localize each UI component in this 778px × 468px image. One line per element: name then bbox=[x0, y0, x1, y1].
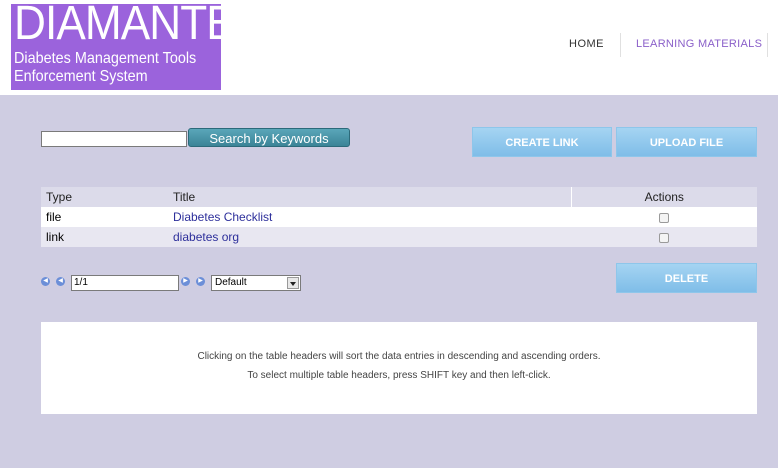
info-line-1: Clicking on the table headers will sort … bbox=[197, 351, 601, 362]
logo-subtitle-line1: Diabetes Management Tools bbox=[14, 50, 197, 67]
last-page-icon[interactable]: ▶ bbox=[196, 277, 205, 286]
logo-title: DIAMANTES bbox=[14, 4, 221, 50]
header-actions[interactable]: Actions bbox=[570, 187, 757, 207]
next-page-icon[interactable]: ▶ bbox=[181, 277, 190, 286]
row-title-link[interactable]: Diabetes Checklist bbox=[168, 207, 571, 227]
first-page-icon[interactable]: ◀ bbox=[41, 277, 50, 286]
logo-subtitle: Diabetes Management Tools Enforcement Sy… bbox=[14, 50, 196, 86]
search-button[interactable]: Search by Keywords bbox=[188, 128, 350, 147]
nav-divider-right bbox=[767, 33, 768, 57]
info-line-2: To select multiple table headers, press … bbox=[247, 370, 551, 381]
table-row: link diabetes org bbox=[41, 227, 757, 247]
prev-page-icon[interactable]: ◀ bbox=[56, 277, 65, 286]
page-number-input[interactable]: 1/1 bbox=[71, 275, 179, 291]
dropdown-arrow-icon[interactable] bbox=[287, 277, 299, 289]
delete-button[interactable]: DELETE bbox=[616, 263, 757, 293]
table-row: file Diabetes Checklist bbox=[41, 207, 757, 227]
logo[interactable]: DIAMANTES Diabetes Management Tools Enfo… bbox=[11, 4, 221, 90]
logo-subtitle-line2: Enforcement System bbox=[14, 68, 148, 85]
row-type: file bbox=[46, 210, 62, 224]
row-actions bbox=[571, 207, 757, 227]
row-title-link[interactable]: diabetes org bbox=[168, 227, 571, 247]
header: DIAMANTES Diabetes Management Tools Enfo… bbox=[0, 0, 778, 95]
nav-learning-materials-link[interactable]: LEARNING MATERIALS bbox=[636, 38, 762, 50]
nav-home-link[interactable]: HOME bbox=[569, 38, 604, 50]
header-type[interactable]: Type bbox=[41, 187, 168, 207]
sort-select[interactable]: Default bbox=[211, 275, 301, 291]
table-header-row: Type Title Actions bbox=[41, 187, 757, 207]
materials-table: Type Title Actions file Diabetes Checkli… bbox=[41, 187, 757, 247]
row-select-checkbox[interactable] bbox=[659, 212, 669, 223]
create-link-button[interactable]: CREATE LINK bbox=[472, 127, 612, 157]
upload-file-button[interactable]: UPLOAD FILE bbox=[616, 127, 757, 157]
search-input[interactable] bbox=[41, 131, 187, 147]
row-type: link bbox=[46, 230, 65, 244]
nav-divider bbox=[620, 33, 621, 57]
header-title[interactable]: Title bbox=[168, 187, 571, 207]
row-actions bbox=[571, 227, 757, 247]
sort-select-value: Default bbox=[215, 277, 247, 288]
info-panel: Clicking on the table headers will sort … bbox=[41, 322, 757, 414]
row-select-checkbox[interactable] bbox=[659, 232, 669, 243]
